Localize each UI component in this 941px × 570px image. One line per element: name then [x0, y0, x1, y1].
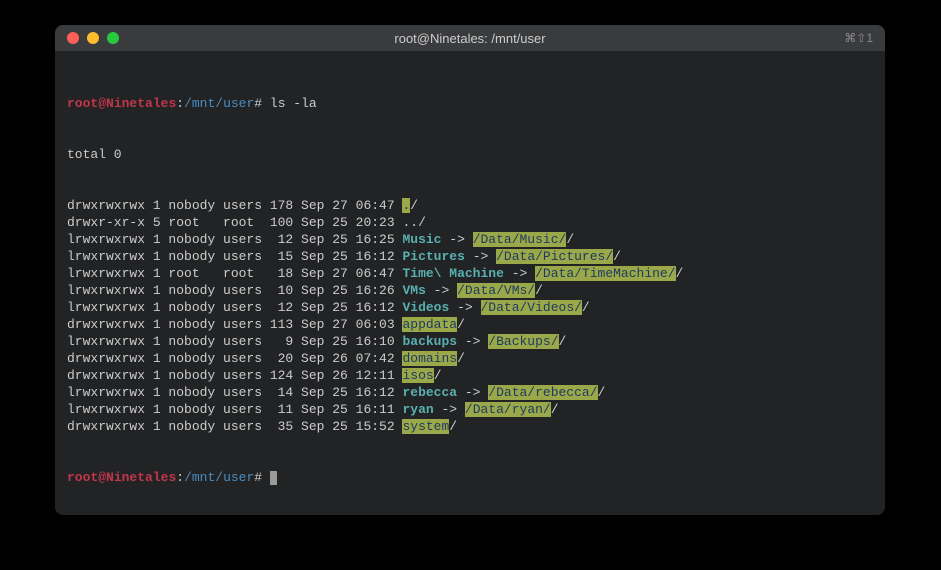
traffic-lights — [67, 32, 119, 44]
row-name: Pictures — [402, 249, 464, 264]
list-row: drwxr-xr-x 5 root root 100 Sep 25 20:23 … — [67, 214, 873, 231]
row-meta: lrwxrwxrwx 1 nobody users 9 Sep 25 16:10 — [67, 334, 402, 349]
list-row: drwxrwxrwx 1 nobody users 178 Sep 27 06:… — [67, 197, 873, 214]
row-meta: lrwxrwxrwx 1 nobody users 14 Sep 25 16:1… — [67, 385, 402, 400]
row-meta: lrwxrwxrwx 1 root root 18 Sep 27 06:47 — [67, 266, 402, 281]
arrow-icon: -> — [457, 334, 488, 349]
row-target: /Data/VMs/ — [457, 283, 535, 298]
row-meta: lrwxrwxrwx 1 nobody users 12 Sep 25 16:2… — [67, 232, 402, 247]
arrow-icon: -> — [504, 266, 535, 281]
window-title: root@Ninetales: /mnt/user — [55, 31, 885, 46]
tab-hint: ⌘⇧1 — [844, 31, 873, 45]
arrow-icon: -> — [426, 283, 457, 298]
prompt-host: Ninetales — [106, 96, 176, 111]
terminal-body[interactable]: root@Ninetales:/mnt/user# ls -la total 0… — [55, 51, 885, 515]
row-meta: lrwxrwxrwx 1 nobody users 15 Sep 25 16:1… — [67, 249, 402, 264]
list-row: lrwxrwxrwx 1 nobody users 11 Sep 25 16:1… — [67, 401, 873, 418]
list-row: lrwxrwxrwx 1 nobody users 10 Sep 25 16:2… — [67, 282, 873, 299]
arrow-icon: -> — [449, 300, 480, 315]
row-name: backups — [402, 334, 457, 349]
list-row: lrwxrwxrwx 1 nobody users 12 Sep 25 16:1… — [67, 299, 873, 316]
row-name: .. — [402, 215, 418, 230]
list-row: drwxrwxrwx 1 nobody users 124 Sep 26 12:… — [67, 367, 873, 384]
row-name: domains — [402, 351, 457, 366]
row-target: /Data/Music/ — [473, 232, 567, 247]
prompt-path: /mnt/user — [184, 96, 254, 111]
close-icon[interactable] — [67, 32, 79, 44]
row-meta: drwxrwxrwx 1 nobody users 20 Sep 26 07:4… — [67, 351, 402, 366]
row-target: /Data/ryan/ — [465, 402, 551, 417]
row-meta: lrwxrwxrwx 1 nobody users 11 Sep 25 16:1… — [67, 402, 402, 417]
list-row: lrwxrwxrwx 1 nobody users 15 Sep 25 16:1… — [67, 248, 873, 265]
list-row: drwxrwxrwx 1 nobody users 113 Sep 27 06:… — [67, 316, 873, 333]
row-name: system — [402, 419, 449, 434]
row-target: /Data/TimeMachine/ — [535, 266, 675, 281]
row-name: Time\ Machine — [402, 266, 503, 281]
list-row: drwxrwxrwx 1 nobody users 20 Sep 26 07:4… — [67, 350, 873, 367]
titlebar[interactable]: root@Ninetales: /mnt/user ⌘⇧1 — [55, 25, 885, 51]
row-meta: drwxrwxrwx 1 nobody users 35 Sep 25 15:5… — [67, 419, 402, 434]
total-line: total 0 — [67, 146, 873, 163]
row-name: rebecca — [402, 385, 457, 400]
row-target: /Backups/ — [488, 334, 558, 349]
list-row: lrwxrwxrwx 1 nobody users 9 Sep 25 16:10… — [67, 333, 873, 350]
list-row: lrwxrwxrwx 1 nobody users 12 Sep 25 16:2… — [67, 231, 873, 248]
row-meta: drwxrwxrwx 1 nobody users 124 Sep 26 12:… — [67, 368, 402, 383]
cursor-icon — [270, 471, 277, 485]
row-name: appdata — [402, 317, 457, 332]
row-meta: lrwxrwxrwx 1 nobody users 12 Sep 25 16:1… — [67, 300, 402, 315]
row-name: ryan — [402, 402, 433, 417]
command: ls -la — [270, 96, 317, 111]
list-row: drwxrwxrwx 1 nobody users 35 Sep 25 15:5… — [67, 418, 873, 435]
row-target: /Data/rebecca/ — [488, 385, 597, 400]
row-name: isos — [402, 368, 433, 383]
row-target: /Data/Videos/ — [481, 300, 582, 315]
row-name: Music — [402, 232, 441, 247]
arrow-icon: -> — [465, 249, 496, 264]
zoom-icon[interactable] — [107, 32, 119, 44]
list-row: lrwxrwxrwx 1 nobody users 14 Sep 25 16:1… — [67, 384, 873, 401]
row-name: VMs — [402, 283, 425, 298]
row-name: Videos — [402, 300, 449, 315]
row-meta: drwxr-xr-x 5 root root 100 Sep 25 20:23 — [67, 215, 402, 230]
arrow-icon: -> — [434, 402, 465, 417]
minimize-icon[interactable] — [87, 32, 99, 44]
prompt-user: root — [67, 96, 98, 111]
row-meta: lrwxrwxrwx 1 nobody users 10 Sep 25 16:2… — [67, 283, 402, 298]
terminal-window: root@Ninetales: /mnt/user ⌘⇧1 root@Ninet… — [55, 25, 885, 515]
row-target: /Data/Pictures/ — [496, 249, 613, 264]
list-row: lrwxrwxrwx 1 root root 18 Sep 27 06:47 T… — [67, 265, 873, 282]
listing-rows: drwxrwxrwx 1 nobody users 178 Sep 27 06:… — [67, 197, 873, 435]
arrow-icon: -> — [457, 385, 488, 400]
prompt-line: root@Ninetales:/mnt/user# ls -la — [67, 95, 873, 112]
row-meta: drwxrwxrwx 1 nobody users 178 Sep 27 06:… — [67, 198, 402, 213]
prompt-line-2: root@Ninetales:/mnt/user# — [67, 469, 873, 486]
row-meta: drwxrwxrwx 1 nobody users 113 Sep 27 06:… — [67, 317, 402, 332]
arrow-icon: -> — [441, 232, 472, 247]
